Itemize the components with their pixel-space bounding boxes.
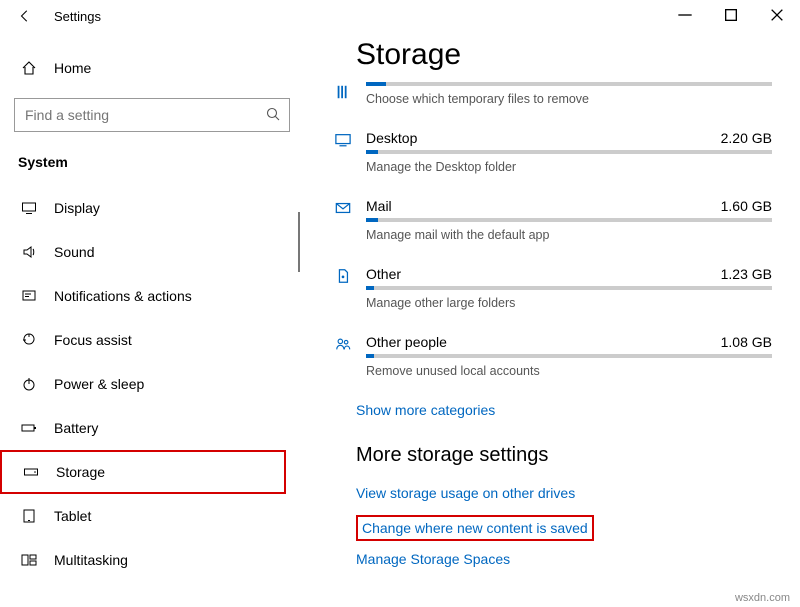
usage-bar — [366, 354, 772, 358]
change-save-location-link[interactable]: Change where new content is saved — [362, 520, 588, 536]
category-name: Mail — [366, 198, 392, 214]
other-icon — [330, 268, 356, 284]
home-icon — [18, 60, 40, 76]
temporary-files-icon — [330, 84, 356, 100]
sidebar-item-focus-assist[interactable]: Focus assist — [14, 318, 290, 362]
sound-icon — [18, 244, 40, 260]
sidebar-item-label: Focus assist — [54, 332, 132, 348]
power-icon — [18, 376, 40, 392]
search-box[interactable] — [14, 98, 290, 132]
usage-bar — [366, 218, 772, 222]
category-desc: Manage mail with the default app — [366, 228, 772, 242]
more-storage-settings-heading: More storage settings — [356, 444, 772, 467]
sidebar-home-label: Home — [54, 60, 91, 76]
sidebar-item-battery[interactable]: Battery — [14, 406, 290, 450]
sidebar-item-label: Power & sleep — [54, 376, 144, 392]
display-icon — [18, 200, 40, 216]
storage-category-temporary[interactable]: Choose which temporary files to remove — [330, 82, 772, 106]
category-desc: Choose which temporary files to remove — [366, 92, 772, 106]
sidebar-item-label: Battery — [54, 420, 98, 436]
sidebar-item-tablet[interactable]: Tablet — [14, 494, 290, 538]
usage-bar — [366, 82, 772, 86]
storage-category-other-people[interactable]: Other people 1.08 GB Remove unused local … — [330, 334, 772, 378]
sidebar-section-label: System — [14, 154, 290, 170]
sidebar-item-label: Storage — [56, 464, 105, 480]
sidebar-item-label: Multitasking — [54, 552, 128, 568]
storage-icon — [20, 464, 42, 480]
category-size: 2.20 GB — [721, 130, 772, 146]
category-name: Desktop — [366, 130, 417, 146]
show-more-categories-link[interactable]: Show more categories — [356, 402, 772, 418]
category-desc: Remove unused local accounts — [366, 364, 772, 378]
sidebar-home[interactable]: Home — [14, 50, 290, 86]
sidebar-item-power-sleep[interactable]: Power & sleep — [14, 362, 290, 406]
sidebar-item-label: Display — [54, 200, 100, 216]
category-desc: Manage the Desktop folder — [366, 160, 772, 174]
search-input[interactable] — [25, 107, 255, 123]
maximize-button[interactable] — [708, 0, 754, 30]
window-title: Settings — [54, 9, 101, 24]
manage-storage-spaces-link[interactable]: Manage Storage Spaces — [356, 551, 772, 567]
sidebar-item-multitasking[interactable]: Multitasking — [14, 538, 290, 582]
sidebar: Home System Display Sound Notifications … — [0, 32, 300, 607]
storage-category-other[interactable]: Other 1.23 GB Manage other large folders — [330, 266, 772, 310]
sidebar-item-storage[interactable]: Storage — [0, 450, 286, 494]
category-size: 1.08 GB — [721, 334, 772, 350]
people-icon — [330, 336, 356, 352]
sidebar-item-display[interactable]: Display — [14, 186, 290, 230]
multitasking-icon — [18, 552, 40, 568]
watermark: wsxdn.com — [735, 592, 790, 604]
focus-assist-icon — [18, 332, 40, 348]
storage-category-desktop[interactable]: Desktop 2.20 GB Manage the Desktop folder — [330, 130, 772, 174]
mail-icon — [330, 200, 356, 216]
window-controls — [662, 0, 800, 30]
tablet-icon — [18, 508, 40, 524]
sidebar-item-label: Tablet — [54, 508, 91, 524]
desktop-icon — [330, 132, 356, 148]
notifications-icon — [18, 288, 40, 304]
category-desc: Manage other large folders — [366, 296, 772, 310]
category-size: 1.23 GB — [721, 266, 772, 282]
sidebar-item-sound[interactable]: Sound — [14, 230, 290, 274]
battery-icon — [18, 420, 40, 436]
category-name: Other people — [366, 334, 447, 350]
storage-category-mail[interactable]: Mail 1.60 GB Manage mail with the default… — [330, 198, 772, 242]
search-icon — [265, 106, 281, 125]
usage-bar — [366, 150, 772, 154]
highlighted-link: Change where new content is saved — [356, 515, 594, 541]
sidebar-item-label: Sound — [54, 244, 94, 260]
category-size: 1.60 GB — [721, 198, 772, 214]
view-storage-usage-link[interactable]: View storage usage on other drives — [356, 485, 772, 501]
minimize-button[interactable] — [662, 0, 708, 30]
sidebar-item-notifications[interactable]: Notifications & actions — [14, 274, 290, 318]
sidebar-item-label: Notifications & actions — [54, 288, 192, 304]
back-button[interactable] — [18, 9, 32, 23]
main-content: Storage Choose which temporary files to … — [300, 32, 800, 607]
category-name: Other — [366, 266, 401, 282]
page-title: Storage — [356, 38, 772, 72]
close-button[interactable] — [754, 0, 800, 30]
usage-bar — [366, 286, 772, 290]
